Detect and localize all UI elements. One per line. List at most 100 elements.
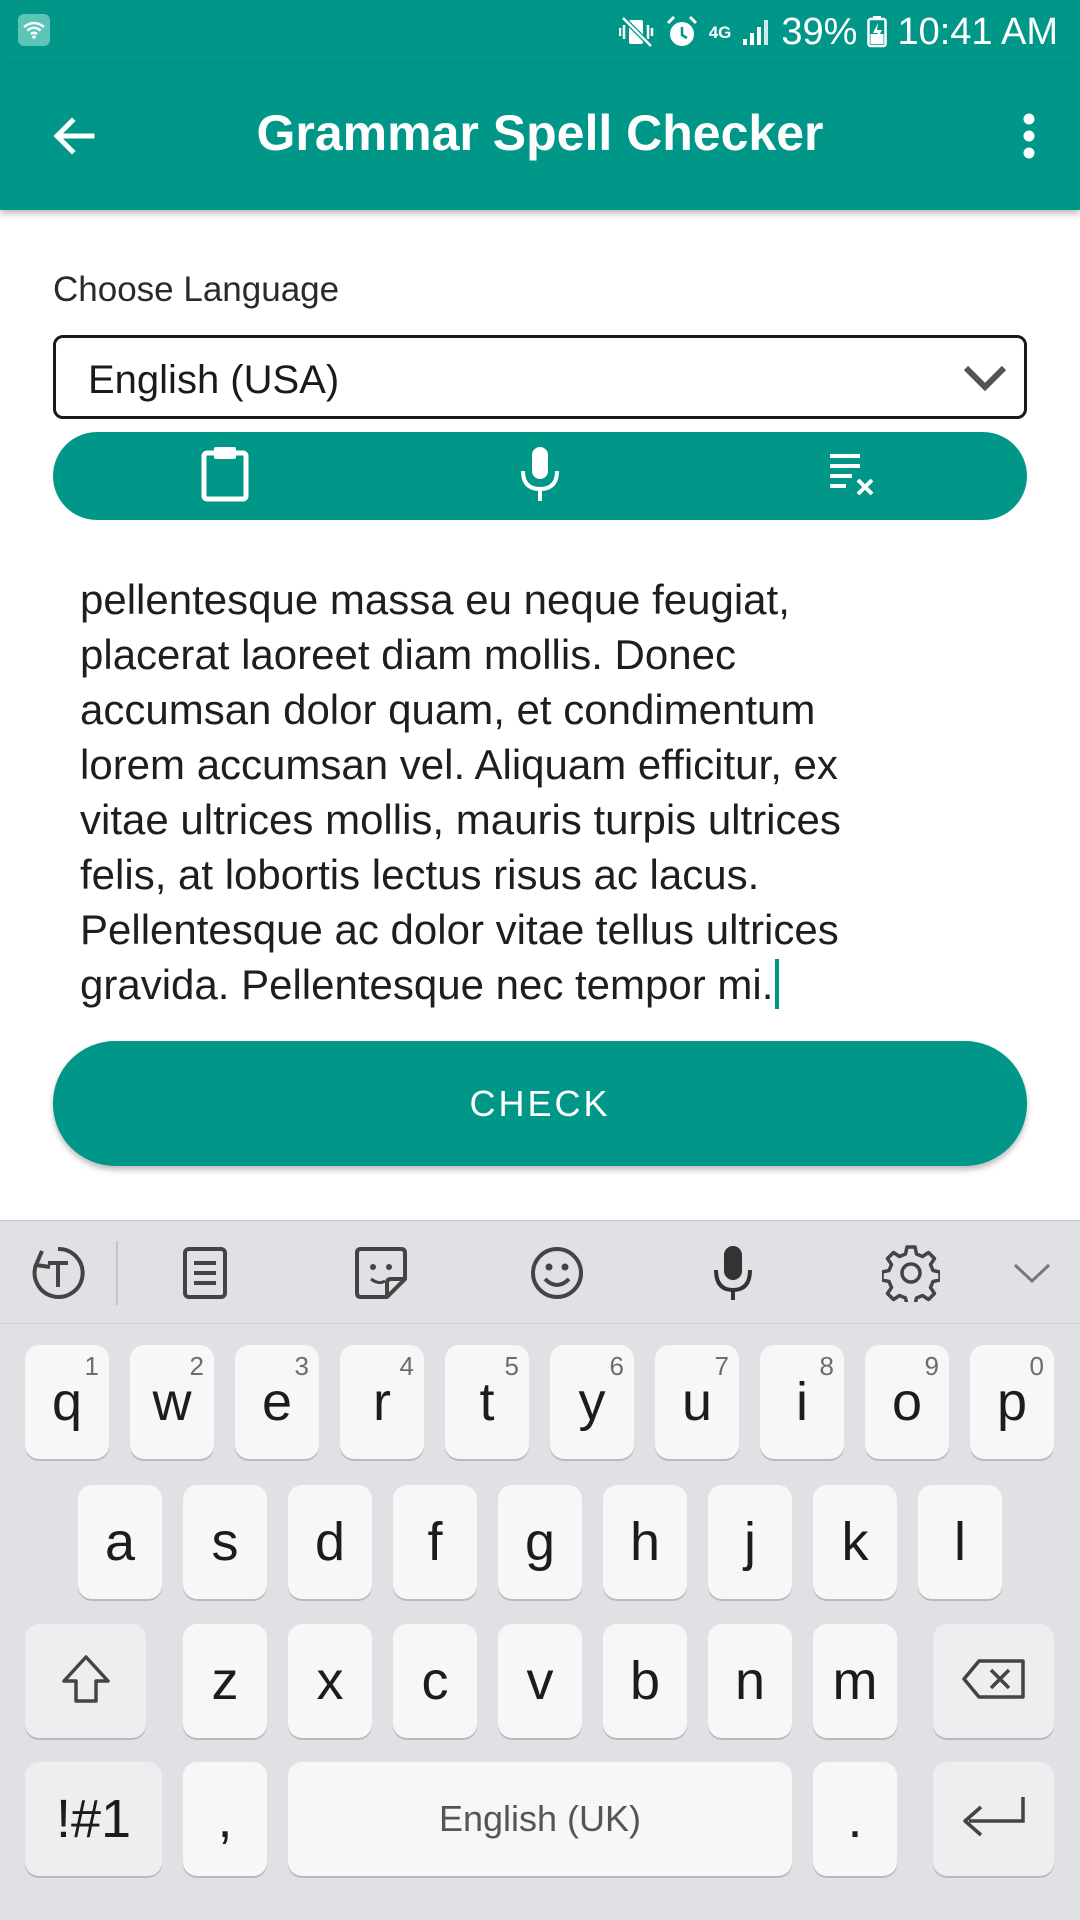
key-label: i (796, 1372, 808, 1432)
clock: 10:41 AM (897, 10, 1058, 53)
key-v[interactable]: v (498, 1624, 582, 1738)
key-r[interactable]: 4r (340, 1345, 424, 1459)
network-type: 4G (708, 22, 732, 42)
battery-icon (867, 16, 888, 48)
keyboard-settings-button[interactable] (879, 1243, 943, 1307)
language-label: Choose Language (53, 270, 340, 309)
key-l[interactable]: l (918, 1485, 1002, 1599)
clipboard-icon (180, 1245, 230, 1306)
key-m[interactable]: m (813, 1624, 897, 1738)
input-text-area[interactable]: pellentesque massa eu neque feugiat, pla… (80, 572, 1000, 1012)
enter-key[interactable] (933, 1762, 1054, 1876)
page-title: Grammar Spell Checker (256, 105, 824, 161)
more-vert-icon (1022, 113, 1036, 164)
mute-vibrate-icon (618, 16, 655, 48)
key-number-hint: 1 (84, 1351, 99, 1381)
key-z[interactable]: z (183, 1624, 267, 1738)
wifi-icon (18, 14, 50, 46)
chevron-down-icon (962, 358, 1008, 398)
key-label: , (217, 1789, 233, 1849)
key-s[interactable]: s (183, 1485, 267, 1599)
key-t[interactable]: 5t (445, 1345, 529, 1459)
key-d[interactable]: d (288, 1485, 372, 1599)
key-label: n (734, 1651, 766, 1711)
key-label: e (261, 1372, 293, 1432)
key-n[interactable]: n (708, 1624, 792, 1738)
key-g[interactable]: g (498, 1485, 582, 1599)
enter-icon (959, 1793, 1029, 1846)
overflow-menu-button[interactable] (1004, 108, 1054, 168)
keyboard-voice-button[interactable] (701, 1243, 765, 1307)
key-number-hint: 9 (924, 1351, 939, 1381)
key-label: f (427, 1512, 443, 1572)
paste-button[interactable] (195, 446, 255, 506)
collapse-keyboard-button[interactable] (1000, 1243, 1064, 1307)
clear-text-button[interactable] (825, 446, 885, 506)
text-cursor (775, 959, 780, 1009)
battery-percent: 39% (781, 10, 858, 53)
text-mode-button[interactable] (26, 1243, 90, 1307)
key-o[interactable]: 9o (865, 1345, 949, 1459)
settings-icon (880, 1244, 942, 1307)
key-number-hint: 0 (1029, 1351, 1044, 1381)
key-label: w (152, 1372, 192, 1432)
emoji-button[interactable] (525, 1243, 589, 1307)
keyboard: 1q 2w 3e 4r 5t 6y 7u 8i 9o 0p a s d f g … (0, 1220, 1080, 1920)
key-f[interactable]: f (393, 1485, 477, 1599)
key-number-hint: 2 (189, 1351, 204, 1381)
key-q[interactable]: 1q (25, 1345, 109, 1459)
key-b[interactable]: b (603, 1624, 687, 1738)
signal-icon (741, 17, 771, 47)
language-selected-value: English (USA) (88, 358, 340, 402)
key-label: c (421, 1651, 449, 1711)
check-button-label: CHECK (469, 1082, 611, 1124)
key-h[interactable]: h (603, 1485, 687, 1599)
text-line: gravida. Pellentesque nec tempor mi. (80, 961, 774, 1008)
comma-key[interactable]: , (183, 1762, 267, 1876)
key-label: r (373, 1372, 391, 1432)
key-y[interactable]: 6y (550, 1345, 634, 1459)
key-label: y (578, 1372, 606, 1432)
key-number-hint: 3 (294, 1351, 309, 1381)
key-label: o (891, 1372, 923, 1432)
key-label: d (314, 1512, 346, 1572)
shift-key[interactable] (25, 1624, 146, 1738)
key-label: q (51, 1372, 83, 1432)
period-key[interactable]: . (813, 1762, 897, 1876)
key-x[interactable]: x (288, 1624, 372, 1738)
key-u[interactable]: 7u (655, 1345, 739, 1459)
language-dropdown[interactable]: English (USA) (53, 335, 1027, 419)
sticker-button[interactable] (349, 1243, 413, 1307)
symbols-key[interactable]: !#1 (25, 1762, 162, 1876)
text-line: accumsan dolor quam, et condimentum (80, 686, 816, 733)
clear-text-icon (828, 450, 882, 503)
key-label: x (316, 1651, 344, 1711)
key-label: t (479, 1372, 495, 1432)
key-p[interactable]: 0p (970, 1345, 1054, 1459)
voice-input-button[interactable] (510, 446, 570, 506)
toolbar-divider (116, 1241, 118, 1305)
microphone-icon (518, 445, 562, 508)
key-c[interactable]: c (393, 1624, 477, 1738)
text-line: lorem accumsan vel. Aliquam efficitur, e… (80, 741, 838, 788)
key-number-hint: 5 (504, 1351, 519, 1381)
backspace-icon (961, 1657, 1027, 1706)
key-label: j (744, 1512, 756, 1572)
key-e[interactable]: 3e (235, 1345, 319, 1459)
text-line: Pellentesque ac dolor vitae tellus ultri… (80, 906, 839, 953)
key-j[interactable]: j (708, 1485, 792, 1599)
key-a[interactable]: a (78, 1485, 162, 1599)
key-w[interactable]: 2w (130, 1345, 214, 1459)
key-label: u (681, 1372, 713, 1432)
key-k[interactable]: k (813, 1485, 897, 1599)
key-label: s (211, 1512, 239, 1572)
key-i[interactable]: 8i (760, 1345, 844, 1459)
keyboard-clipboard-button[interactable] (173, 1243, 237, 1307)
check-button[interactable]: CHECK (53, 1041, 1027, 1166)
backspace-key[interactable] (933, 1624, 1054, 1738)
space-key[interactable]: English (UK) (288, 1762, 792, 1876)
text-line: placerat laoreet diam mollis. Donec (80, 631, 736, 678)
key-label: m (832, 1651, 878, 1711)
text-mode-icon (28, 1243, 88, 1308)
key-label: p (996, 1372, 1028, 1432)
